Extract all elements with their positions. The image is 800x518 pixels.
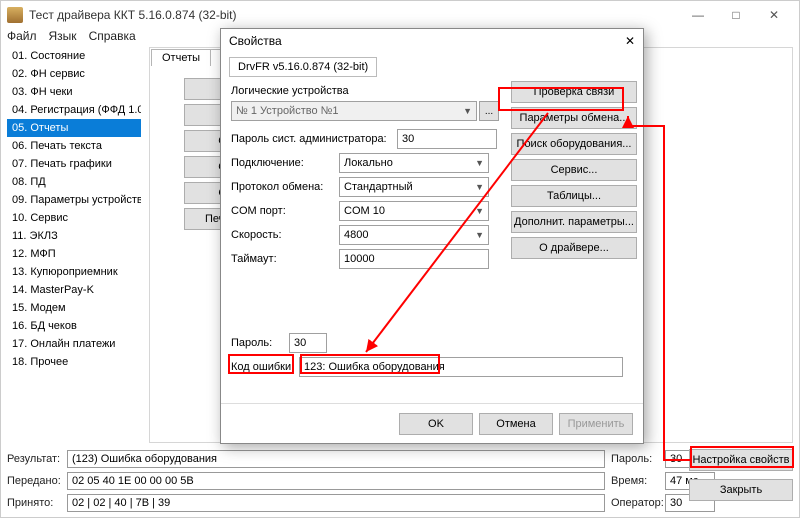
sidebar-item-11[interactable]: 12. МФП bbox=[7, 245, 141, 263]
window-buttons: — □ ✕ bbox=[679, 4, 793, 26]
result-label: Результат: bbox=[3, 453, 67, 465]
maximize-button[interactable]: □ bbox=[717, 4, 755, 26]
sidebar-item-17[interactable]: 18. Прочее bbox=[7, 353, 141, 371]
sidebar-item-8[interactable]: 09. Параметры устройства bbox=[7, 191, 141, 209]
tab-reports[interactable]: Отчеты bbox=[151, 49, 211, 66]
close-app-button[interactable]: Закрыть bbox=[689, 479, 793, 501]
dlg-password-label: Пароль: bbox=[231, 337, 289, 349]
result-value[interactable]: (123) Ошибка оборудования bbox=[67, 450, 605, 468]
sidebar-item-12[interactable]: 13. Купюроприемник bbox=[7, 263, 141, 281]
dialog-titlebar: Свойства ✕ bbox=[221, 29, 643, 53]
connection-combo[interactable]: Локально▼ bbox=[339, 153, 489, 173]
minimize-button[interactable]: — bbox=[679, 4, 717, 26]
dialog-action-0[interactable]: Проверка связи bbox=[511, 81, 637, 103]
timeout-input[interactable]: 10000 bbox=[339, 249, 489, 269]
protocol-label: Протокол обмена: bbox=[231, 181, 339, 193]
admin-password-input[interactable]: 30 bbox=[397, 129, 497, 149]
dialog-title: Свойства bbox=[229, 34, 625, 48]
sidebar-item-0[interactable]: 01. Состояние bbox=[7, 47, 141, 65]
properties-dialog: Свойства ✕ DrvFR v5.16.0.874 (32-bit) Ло… bbox=[220, 28, 644, 444]
window-title: Тест драйвера ККТ 5.16.0.874 (32-bit) bbox=[29, 8, 679, 22]
titlebar: Тест драйвера ККТ 5.16.0.874 (32-bit) — … bbox=[1, 1, 799, 29]
password-label: Пароль: bbox=[605, 453, 665, 465]
chevron-down-icon: ▼ bbox=[475, 182, 484, 192]
menu-help[interactable]: Справка bbox=[89, 29, 136, 47]
device-combo-text: № 1 Устройство №1 bbox=[236, 105, 339, 117]
app-icon bbox=[7, 7, 23, 23]
timeout-label: Таймаут: bbox=[231, 253, 339, 265]
recv-value: 02 | 02 | 40 | 7B | 39 bbox=[67, 494, 605, 512]
recv-label: Принято: bbox=[3, 497, 67, 509]
dialog-action-6[interactable]: О драйвере... bbox=[511, 237, 637, 259]
chevron-down-icon: ▼ bbox=[463, 106, 472, 116]
sidebar-item-1[interactable]: 02. ФН сервис bbox=[7, 65, 141, 83]
dlg-password-input[interactable]: 30 bbox=[289, 333, 327, 353]
close-button[interactable]: ✕ bbox=[755, 4, 793, 26]
status-area: Результат: (123) Ошибка оборудования Пар… bbox=[3, 449, 797, 515]
device-combo[interactable]: № 1 Устройство №1 ▼ bbox=[231, 101, 477, 121]
properties-button[interactable]: Настройка свойств bbox=[689, 449, 793, 471]
connection-label: Подключение: bbox=[231, 157, 339, 169]
dialog-body: Логические устройства № 1 Устройство №1 … bbox=[221, 85, 643, 377]
dialog-action-3[interactable]: Сервис... bbox=[511, 159, 637, 181]
dialog-action-2[interactable]: Поиск оборудования... bbox=[511, 133, 637, 155]
sent-value: 02 05 40 1E 00 00 00 5B bbox=[67, 472, 605, 490]
sent-label: Передано: bbox=[3, 475, 67, 487]
sidebar-item-4[interactable]: 05. Отчеты bbox=[7, 119, 141, 137]
dialog-action-1[interactable]: Параметры обмена... bbox=[511, 107, 637, 129]
sidebar-item-3[interactable]: 04. Регистрация (ФФД 1.0) bbox=[7, 101, 141, 119]
sidebar-item-7[interactable]: 08. ПД bbox=[7, 173, 141, 191]
dialog-action-5[interactable]: Дополнит. параметры... bbox=[511, 211, 637, 233]
speed-combo[interactable]: 4800▼ bbox=[339, 225, 489, 245]
protocol-combo[interactable]: Стандартный▼ bbox=[339, 177, 489, 197]
sidebar-item-16[interactable]: 17. Онлайн платежи bbox=[7, 335, 141, 353]
sidebar-item-10[interactable]: 11. ЭКЛЗ bbox=[7, 227, 141, 245]
cancel-button[interactable]: Отмена bbox=[479, 413, 553, 435]
admin-password-label: Пароль сист. администратора: bbox=[231, 133, 397, 145]
chevron-down-icon: ▼ bbox=[475, 158, 484, 168]
sidebar-item-5[interactable]: 06. Печать текста bbox=[7, 137, 141, 155]
dialog-action-4[interactable]: Таблицы... bbox=[511, 185, 637, 207]
sidebar-item-2[interactable]: 03. ФН чеки bbox=[7, 83, 141, 101]
ok-button[interactable]: OK bbox=[399, 413, 473, 435]
sidebar: 01. Состояние02. ФН сервис03. ФН чеки04.… bbox=[7, 47, 141, 443]
error-code-value: 123: Ошибка оборудования bbox=[299, 357, 623, 377]
time-label: Время: bbox=[605, 475, 665, 487]
comport-combo[interactable]: COM 10▼ bbox=[339, 201, 489, 221]
apply-button[interactable]: Применить bbox=[559, 413, 633, 435]
sidebar-item-9[interactable]: 10. Сервис bbox=[7, 209, 141, 227]
speed-label: Скорость: bbox=[231, 229, 339, 241]
sidebar-item-13[interactable]: 14. MasterPay-K bbox=[7, 281, 141, 299]
browse-device-button[interactable]: ... bbox=[479, 101, 499, 121]
dialog-bottom-buttons: OK Отмена Применить bbox=[221, 403, 643, 443]
sidebar-item-6[interactable]: 07. Печать графики bbox=[7, 155, 141, 173]
menu-file[interactable]: Файл bbox=[7, 29, 37, 47]
comport-label: COM порт: bbox=[231, 205, 339, 217]
error-code-label: Код ошибки: bbox=[231, 361, 299, 373]
sidebar-item-15[interactable]: 16. БД чеков bbox=[7, 317, 141, 335]
driver-version-tab[interactable]: DrvFR v5.16.0.874 (32-bit) bbox=[229, 57, 377, 77]
dialog-close-button[interactable]: ✕ bbox=[625, 34, 635, 48]
chevron-down-icon: ▼ bbox=[475, 230, 484, 240]
menu-lang[interactable]: Язык bbox=[49, 29, 77, 47]
operator-label: Оператор: bbox=[605, 497, 665, 509]
sidebar-item-14[interactable]: 15. Модем bbox=[7, 299, 141, 317]
dialog-right-buttons: Проверка связи Параметры обмена... Поиск о… bbox=[511, 81, 637, 259]
chevron-down-icon: ▼ bbox=[475, 206, 484, 216]
